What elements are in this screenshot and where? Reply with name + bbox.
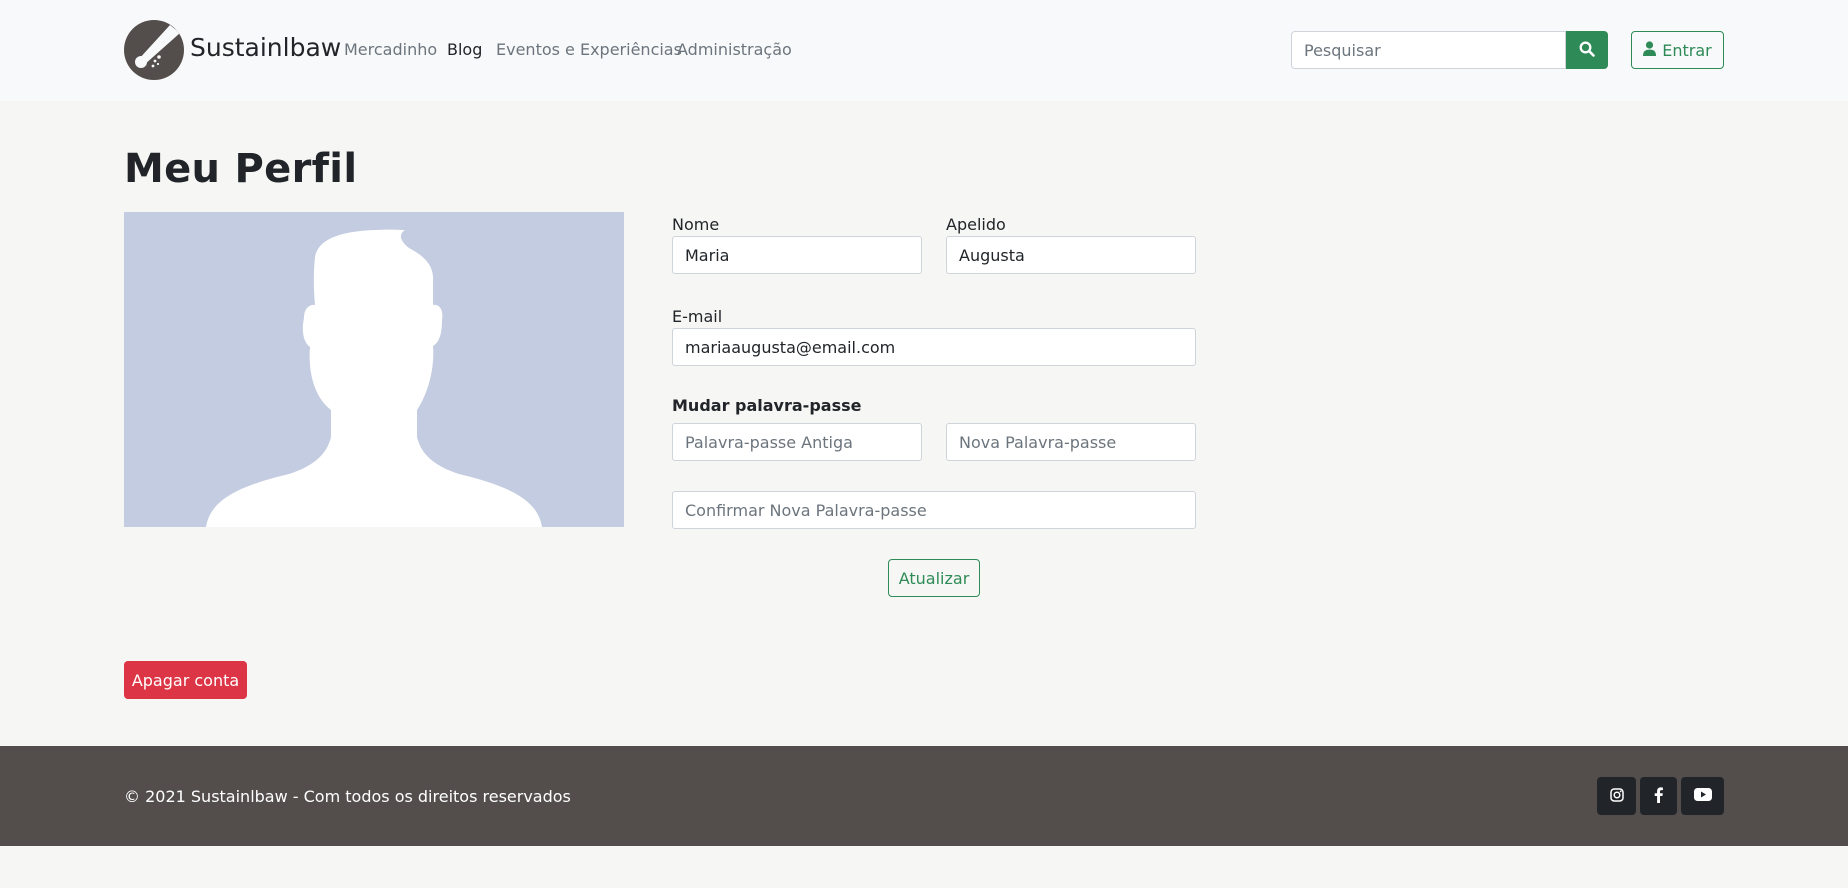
nav-link-blog[interactable]: Blog xyxy=(447,40,482,59)
brand-logo-icon[interactable] xyxy=(124,20,184,80)
new-password-input[interactable] xyxy=(946,423,1196,461)
navbar: Sustainlbaw Mercadinho Blog Eventos e Ex… xyxy=(0,0,1848,101)
email-input[interactable] xyxy=(672,328,1196,366)
delete-account-button[interactable]: Apagar conta xyxy=(124,661,247,699)
last-name-input[interactable] xyxy=(946,236,1196,274)
copyright-text: © 2021 Sustainlbaw - Com todos os direit… xyxy=(124,787,571,806)
footer: © 2021 Sustainlbaw - Com todos os direit… xyxy=(0,746,1848,846)
facebook-button[interactable] xyxy=(1640,777,1677,815)
nav-link-eventos[interactable]: Eventos e Experiências xyxy=(496,40,682,59)
user-icon xyxy=(1643,40,1657,60)
change-password-label: Mudar palavra-passe xyxy=(672,396,862,415)
update-button[interactable]: Atualizar xyxy=(888,559,980,597)
old-password-input[interactable] xyxy=(672,423,922,461)
facebook-icon xyxy=(1654,786,1663,806)
search-button[interactable] xyxy=(1566,31,1608,69)
navbar-inner: Sustainlbaw Mercadinho Blog Eventos e Ex… xyxy=(124,0,1724,101)
email-label: E-mail xyxy=(672,307,723,326)
login-label: Entrar xyxy=(1662,40,1712,60)
search-input[interactable] xyxy=(1291,31,1566,69)
brand-name[interactable]: Sustainlbaw xyxy=(190,33,341,62)
youtube-button[interactable] xyxy=(1681,777,1724,815)
page-title: Meu Perfil xyxy=(124,146,358,192)
last-name-label: Apelido xyxy=(946,215,1006,234)
instagram-button[interactable] xyxy=(1597,777,1636,815)
youtube-icon xyxy=(1693,788,1712,804)
first-name-input[interactable] xyxy=(672,236,922,274)
search-icon xyxy=(1579,41,1595,60)
nav-link-administracao[interactable]: Administração xyxy=(677,40,792,59)
user-silhouette-icon xyxy=(206,229,542,527)
login-button[interactable]: Entrar xyxy=(1631,31,1724,69)
instagram-icon xyxy=(1609,787,1624,805)
avatar xyxy=(124,212,624,527)
first-name-label: Nome xyxy=(672,215,720,234)
confirm-password-input[interactable] xyxy=(672,491,1196,529)
nav-link-mercadinho[interactable]: Mercadinho xyxy=(344,40,437,59)
